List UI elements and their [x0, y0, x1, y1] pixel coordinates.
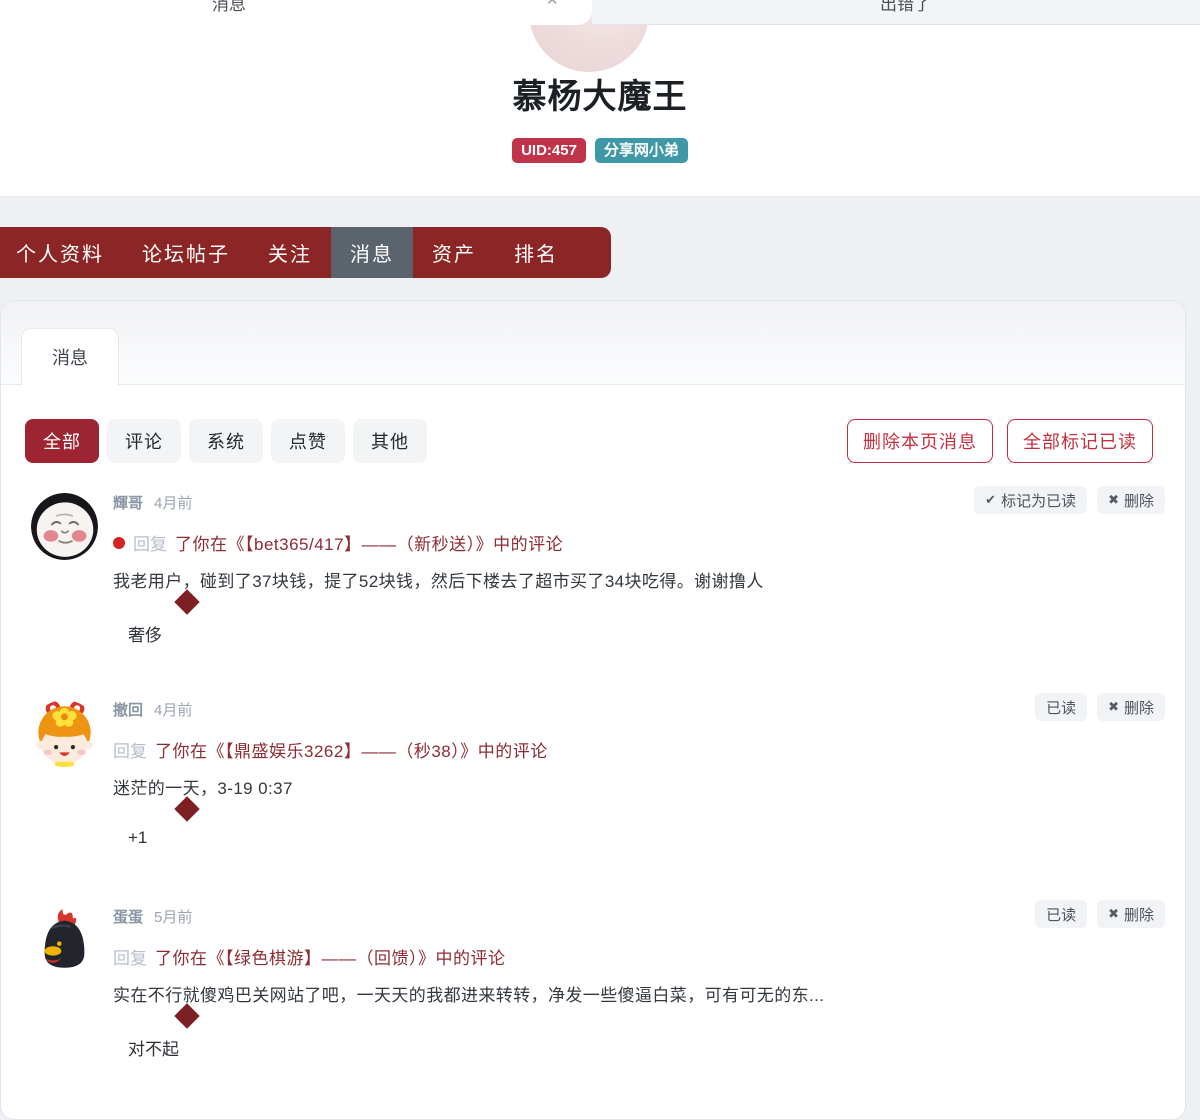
bulk-actions: 删除本页消息全部标记已读 — [847, 419, 1153, 463]
filter-chip-1[interactable]: 评论 — [107, 419, 181, 463]
chip-label: 已读 — [1046, 904, 1076, 925]
message-head: 蛋蛋 5月前 — [113, 906, 192, 927]
mark-all-read-button[interactable]: 全部标记已读 — [1007, 419, 1153, 463]
filter-chip-4[interactable]: 其他 — [353, 419, 427, 463]
message-time: 4月前 — [154, 699, 192, 720]
message-item: 輝哥 4月前 ✔ 标记为已读 ✖ 删除 回复 了你在《【bet365/417】——（新… — [1, 490, 1185, 697]
user-group-badge: 分享网小弟 — [595, 138, 688, 163]
message-head: 輝哥 4月前 — [113, 492, 192, 513]
x-icon: ✖ — [1108, 492, 1119, 508]
read-status-badge: 已读 — [1035, 900, 1087, 928]
sender-name[interactable]: 蛋蛋 — [113, 906, 143, 927]
quoted-comment-text: 对不起 — [128, 1035, 179, 1060]
filter-chip-0[interactable]: 全部 — [25, 419, 99, 463]
panel-tab-messages[interactable]: 消息 — [21, 328, 119, 385]
message-time: 5月前 — [154, 906, 192, 927]
reply-row: 回复 了你在《【绿色棋游】——（回馈）》中的评论 — [113, 944, 506, 969]
filter-chip-3[interactable]: 点赞 — [271, 419, 345, 463]
sender-avatar[interactable] — [31, 493, 98, 560]
reply-row: 回复 了你在《【鼎盛娱乐3262】——（秒38）》中的评论 — [113, 737, 548, 762]
quoted-comment-text: 奢侈 — [128, 621, 162, 646]
message-item: 蛋蛋 5月前 已读 ✖ 删除 回复 了你在《【绿色棋游】——（回馈）》中的评论 实在… — [1, 904, 1185, 1111]
message-actions: 已读 ✖ 删除 — [1035, 693, 1165, 721]
tab-messages[interactable]: 消息 ✕ — [0, 0, 592, 25]
quote-diamond-icon — [174, 796, 199, 821]
filter-group: 全部评论系统点赞其他 — [25, 419, 427, 463]
reply-verb: 回复 — [113, 737, 147, 762]
chip-label: 删除 — [1124, 490, 1154, 511]
sender-avatar[interactable] — [31, 700, 98, 767]
message-content: 我老用户，碰到了37块钱，提了52块钱，然后下楼去了超市买了34块吃得。谢谢撸人 — [113, 567, 764, 592]
reply-verb: 回复 — [133, 530, 167, 555]
nav-item-3[interactable]: 消息 — [331, 227, 413, 278]
unread-dot-icon — [113, 537, 125, 549]
username: 慕杨大魔王 — [0, 69, 1200, 118]
reply-row: 回复 了你在《【bet365/417】——（新秒送）》中的评论 — [113, 530, 563, 555]
nav-item-1[interactable]: 论坛帖子 — [123, 227, 249, 278]
profile-header: 慕杨大魔王 UID:457 分享网小弟 — [0, 25, 1200, 197]
message-content: 实在不行就傻鸡巴关网站了吧，一天天的我都进来转转，净发一些傻逼白菜，可有可无的东… — [113, 981, 824, 1006]
delete-button[interactable]: ✖ 删除 — [1097, 486, 1165, 514]
chip-label: 已读 — [1046, 697, 1076, 718]
quote-diamond-icon — [174, 1003, 199, 1028]
tab-error-label: 出错了 — [880, 0, 931, 15]
message-item: 撤回 4月前 已读 ✖ 删除 回复 了你在《【鼎盛娱乐3262】——（秒38）》中的… — [1, 697, 1185, 904]
comment-link[interactable]: 了你在《【bet365/417】——（新秒送）》中的评论 — [175, 530, 563, 555]
nav-item-0[interactable]: 个人资料 — [0, 227, 123, 278]
message-time: 4月前 — [154, 492, 192, 513]
message-actions: 已读 ✖ 删除 — [1035, 900, 1165, 928]
profile-nav: 个人资料论坛帖子关注消息资产排名 — [0, 227, 611, 278]
delete-button[interactable]: ✖ 删除 — [1097, 900, 1165, 928]
tab-error[interactable]: 出错了 — [592, 0, 1200, 25]
messages-panel: 消息 全部评论系统点赞其他 删除本页消息全部标记已读 輝哥 4月前 ✔ 标记为已读… — [0, 300, 1186, 1120]
read-status-badge: 已读 — [1035, 693, 1087, 721]
reply-verb: 回复 — [113, 944, 147, 969]
sender-name[interactable]: 輝哥 — [113, 492, 143, 513]
quote-diamond-icon — [174, 589, 199, 614]
tab-messages-label: 消息 — [212, 0, 246, 15]
message-toolbar: 全部评论系统点赞其他 删除本页消息全部标记已读 — [25, 419, 1153, 463]
badge-row: UID:457 分享网小弟 — [0, 138, 1200, 163]
message-content: 迷茫的一天，3-19 0:37 — [113, 774, 293, 799]
quoted-comment-text: +1 — [128, 828, 147, 848]
browser-tab-bar: 消息 ✕ 出错了 — [0, 0, 1200, 25]
mark-read-button[interactable]: ✔ 标记为已读 — [974, 486, 1087, 514]
comment-link[interactable]: 了你在《【绿色棋游】——（回馈）》中的评论 — [155, 944, 506, 969]
delete-page-messages-button[interactable]: 删除本页消息 — [847, 419, 993, 463]
message-head: 撤回 4月前 — [113, 699, 192, 720]
x-icon: ✖ — [1108, 906, 1119, 922]
panel-header: 消息 — [1, 301, 1185, 385]
sender-name[interactable]: 撤回 — [113, 699, 143, 720]
nav-item-4[interactable]: 资产 — [413, 227, 495, 278]
check-icon: ✔ — [985, 492, 996, 508]
nav-item-2[interactable]: 关注 — [249, 227, 331, 278]
sender-avatar[interactable] — [31, 907, 98, 974]
chip-label: 删除 — [1124, 697, 1154, 718]
x-icon: ✖ — [1108, 699, 1119, 715]
nav-item-5[interactable]: 排名 — [495, 227, 577, 278]
comment-link[interactable]: 了你在《【鼎盛娱乐3262】——（秒38）》中的评论 — [155, 737, 548, 762]
close-icon[interactable]: ✕ — [546, 0, 559, 9]
chip-label: 标记为已读 — [1001, 490, 1076, 511]
uid-badge: UID:457 — [512, 138, 586, 163]
delete-button[interactable]: ✖ 删除 — [1097, 693, 1165, 721]
chip-label: 删除 — [1124, 904, 1154, 925]
message-actions: ✔ 标记为已读 ✖ 删除 — [974, 486, 1165, 514]
filter-chip-2[interactable]: 系统 — [189, 419, 263, 463]
